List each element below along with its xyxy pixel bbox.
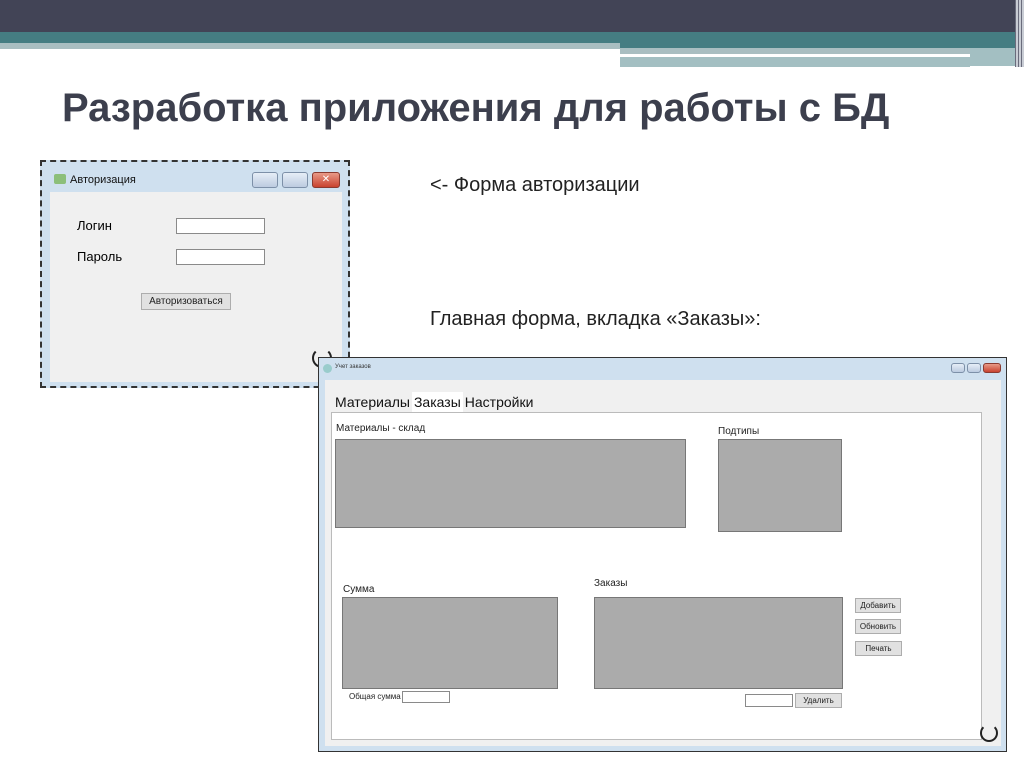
app-icon bbox=[54, 174, 66, 184]
minimize-button[interactable] bbox=[951, 363, 965, 373]
tab-page-orders: Материалы - склад Подтипы Сумма Общая су… bbox=[331, 412, 982, 740]
subtypes-grid[interactable] bbox=[718, 439, 842, 532]
minimize-button[interactable] bbox=[252, 172, 278, 188]
decor-lines bbox=[1015, 0, 1024, 67]
tab-orders[interactable]: Заказы bbox=[411, 392, 463, 412]
accent-stripe bbox=[620, 57, 970, 67]
auth-window-title: Авторизация bbox=[70, 174, 136, 186]
orders-grid[interactable] bbox=[594, 597, 843, 689]
accent-stripe bbox=[620, 48, 1020, 54]
refresh-button[interactable]: Обновить bbox=[855, 619, 901, 634]
auth-client: Логин Пароль Авторизоваться bbox=[50, 192, 342, 382]
password-input[interactable] bbox=[176, 249, 265, 265]
maximize-button[interactable] bbox=[282, 172, 308, 188]
header-band bbox=[0, 0, 1024, 32]
close-button[interactable] bbox=[983, 363, 1001, 373]
app-icon bbox=[323, 364, 332, 373]
close-button[interactable]: ✕ bbox=[312, 172, 340, 188]
authorize-button[interactable]: Авторизоваться bbox=[141, 293, 231, 310]
delete-id-input[interactable] bbox=[745, 694, 793, 707]
main-client: Материалы Заказы Настройки Материалы - с… bbox=[325, 380, 1001, 746]
orders-label: Заказы bbox=[594, 578, 628, 589]
sum-grid[interactable] bbox=[342, 597, 558, 689]
power-icon bbox=[980, 724, 998, 742]
total-input[interactable] bbox=[402, 691, 450, 703]
total-label: Общая сумма bbox=[349, 692, 401, 701]
delete-button[interactable]: Удалить bbox=[795, 693, 842, 708]
tab-settings[interactable]: Настройки bbox=[463, 392, 536, 412]
auth-window: Авторизация ✕ Логин Пароль Авторизоватьс… bbox=[40, 160, 350, 388]
materials-grid[interactable] bbox=[335, 439, 686, 528]
tab-materials[interactable]: Материалы bbox=[333, 392, 412, 412]
main-window-title: Учет заказов bbox=[335, 364, 371, 370]
accent-stripe bbox=[0, 43, 620, 49]
print-button[interactable]: Печать bbox=[855, 641, 902, 656]
subtypes-label: Подтипы bbox=[718, 426, 760, 437]
sum-label: Сумма bbox=[343, 584, 375, 595]
password-label: Пароль bbox=[77, 249, 123, 264]
main-window: Учет заказов Материалы Заказы Настройки … bbox=[318, 357, 1007, 752]
login-label: Логин bbox=[77, 218, 112, 233]
login-input[interactable] bbox=[176, 218, 265, 234]
add-button[interactable]: Добавить bbox=[855, 598, 901, 613]
caption-main: Главная форма, вкладка «Заказы»: bbox=[430, 308, 761, 330]
maximize-button[interactable] bbox=[967, 363, 981, 373]
tab-bar: Материалы Заказы Настройки bbox=[333, 392, 535, 412]
materials-label: Материалы - склад bbox=[336, 423, 426, 434]
slide-title: Разработка приложения для работы с БД bbox=[62, 86, 890, 130]
caption-auth: <- Форма авторизации bbox=[430, 174, 640, 196]
